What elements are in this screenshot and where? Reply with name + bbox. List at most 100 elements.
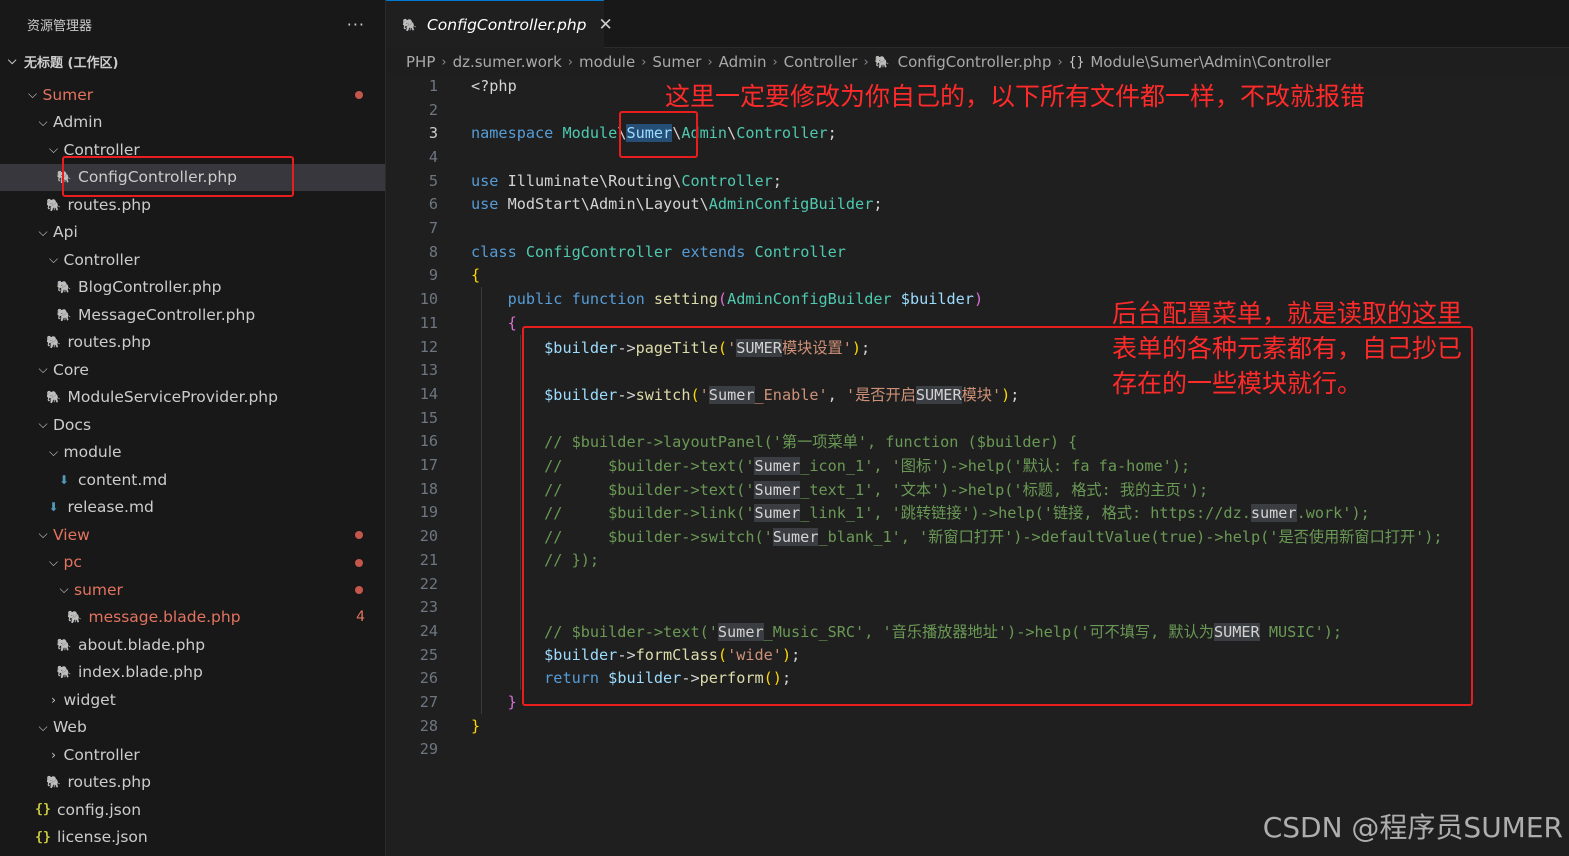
tree-file[interactable]: 🐘 index.blade.php (0, 659, 385, 687)
tree-file[interactable]: 🐘 MessageController.php (0, 301, 385, 329)
modified-dot (355, 531, 363, 539)
tree-file[interactable]: {} config.json (0, 796, 385, 824)
tree-folder[interactable]: ⌵ pc (0, 549, 385, 577)
chevron-right-icon: › (51, 747, 56, 762)
line-number: 16 (419, 432, 438, 451)
php-file-icon: 🐘 (46, 197, 61, 212)
breadcrumb-item[interactable]: dz.sumer.work (453, 53, 562, 71)
modified-dot (355, 586, 363, 594)
annotation-box-namespace (619, 111, 698, 158)
tree-item-label: Admin (53, 113, 103, 132)
breadcrumb-item[interactable]: ConfigController.php (898, 53, 1052, 71)
chevron-down-icon: ⌵ (8, 54, 17, 67)
php-file-icon: 🐘 (56, 307, 72, 322)
chevron-down-icon: ⌵ (38, 417, 48, 432)
tree-folder[interactable]: ⌵ Sumer (0, 81, 385, 109)
line-number: 28 (419, 716, 438, 735)
line-number: 25 (419, 645, 438, 664)
tab-config-controller[interactable]: 🐘 ConfigController.php ✕ (386, 0, 613, 48)
watermark: CSDN @程序员SUMER (1262, 811, 1563, 844)
tree-folder[interactable]: ⌵ Admin (0, 109, 385, 137)
indent-guide (520, 334, 521, 691)
tree-folder[interactable]: ⌵ Core (0, 356, 385, 384)
chevron-down-icon: ⌵ (59, 582, 69, 597)
tree-item-label: message.blade.php (88, 608, 241, 627)
code-text: } (507, 693, 517, 712)
line-number: 8 (428, 242, 438, 261)
breadcrumb-separator-icon: › (1057, 54, 1063, 70)
tree-item-label: widget (63, 690, 116, 709)
tree-folder[interactable]: ⌵ module (0, 439, 385, 467)
tree-item-label: about.blade.php (78, 635, 206, 654)
breadcrumb-separator-icon: › (772, 54, 778, 70)
line-number: 10 (419, 290, 438, 309)
tree-folder[interactable]: ⌵ Controller (0, 246, 385, 274)
tree-file[interactable]: 🐘 routes.php (0, 329, 385, 357)
chevron-down-icon: ⌵ (27, 87, 38, 102)
php-file-icon: 🐘 (67, 610, 82, 625)
tree-folder[interactable]: ⌵ Web (0, 714, 385, 742)
line-number: 17 (419, 456, 438, 475)
code-line: 7 (386, 216, 1569, 240)
tree-item-label: index.blade.php (78, 663, 203, 682)
modified-dot (355, 558, 363, 567)
tree-folder[interactable]: ⌵ sumer (0, 576, 385, 604)
tree-file[interactable]: ⬇ content.md (0, 466, 385, 494)
code-line: 6 use ModStart\Admin\Layout\AdminConfigBu… (386, 193, 1569, 217)
breadcrumb-item[interactable]: Controller (784, 53, 858, 71)
tree-item-label: MessageController.php (78, 305, 256, 324)
chevron-down-icon: ⌵ (48, 252, 59, 267)
php-file-icon: 🐘 (402, 17, 417, 32)
php-file-icon: 🐘 (56, 637, 72, 652)
line-number: 27 (419, 693, 438, 712)
line-number: 15 (419, 408, 438, 427)
line-number: 18 (419, 479, 438, 498)
code-line: 28} (386, 714, 1569, 738)
tree-item-label: ModuleServiceProvider.php (67, 388, 278, 407)
close-tab-icon[interactable]: ✕ (599, 15, 613, 35)
tree-item-label: module (63, 443, 122, 462)
code-text: { (507, 313, 517, 332)
workspace-title: 无标题 (工作区) (24, 55, 119, 71)
php-file-icon: 🐘 (46, 335, 61, 350)
tree-item-label: routes.php (67, 333, 151, 352)
tree-item-label: sumer (74, 580, 123, 599)
tree-folder[interactable]: › widget (0, 686, 385, 714)
chevron-down-icon: ⌵ (48, 142, 59, 157)
tree-file[interactable]: {} license.json (0, 824, 385, 852)
tab-label: ConfigController.php (426, 15, 587, 34)
breadcrumb-item[interactable]: Sumer (652, 53, 701, 71)
annotation-line: 表单的各种元素都有，自己抄已 (1112, 334, 1463, 363)
tree-file[interactable]: 🐘 about.blade.php (0, 631, 385, 659)
line-number: 23 (419, 598, 438, 617)
tree-folder[interactable]: › Controller (0, 741, 385, 769)
line-number: 4 (428, 147, 438, 166)
tree-file[interactable]: 🐘 routes.php (0, 769, 385, 797)
tree-folder[interactable]: ⌵ Api (0, 219, 385, 247)
explorer-title: 资源管理器 (27, 18, 93, 34)
tree-file[interactable]: 🐘 ModuleServiceProvider.php (0, 384, 385, 412)
tree-file[interactable]: ⬇ release.md (0, 494, 385, 522)
editor-tab-bar: 🐘 ConfigController.php ✕ (386, 0, 1569, 48)
more-actions-icon[interactable]: ··· (347, 15, 365, 34)
chevron-down-icon: ⌵ (48, 554, 59, 569)
tree-file[interactable]: 🐘 message.blade.php 4 (0, 604, 385, 632)
workspace-header[interactable]: ⌵ 无标题 (工作区) (0, 48, 385, 74)
line-number: 11 (419, 313, 438, 332)
json-file-icon: {} (35, 829, 51, 845)
breadcrumb-item[interactable]: module (579, 53, 635, 71)
tree-file[interactable]: 🐘 BlogController.php (0, 274, 385, 302)
tree-item-label: content.md (78, 470, 168, 489)
chevron-down-icon: ⌵ (38, 527, 48, 542)
tree-folder[interactable]: ⌵ Docs (0, 411, 385, 439)
breadcrumb-item[interactable]: Admin (719, 53, 767, 71)
modified-dot (355, 91, 363, 99)
annotation-line: 后台配置菜单，就是读取的这里 (1112, 299, 1463, 328)
breadcrumb-symbol[interactable]: Module\Sumer\Admin\Controller (1090, 53, 1330, 71)
tree-folder[interactable]: ⌵ View (0, 521, 385, 549)
breadcrumb-item[interactable]: PHP (406, 53, 435, 71)
line-number: 5 (428, 171, 438, 190)
tree-item-label: config.json (57, 800, 142, 819)
code-text: public function setting(AdminConfigBuild… (507, 290, 984, 309)
line-number: 13 (419, 361, 438, 380)
